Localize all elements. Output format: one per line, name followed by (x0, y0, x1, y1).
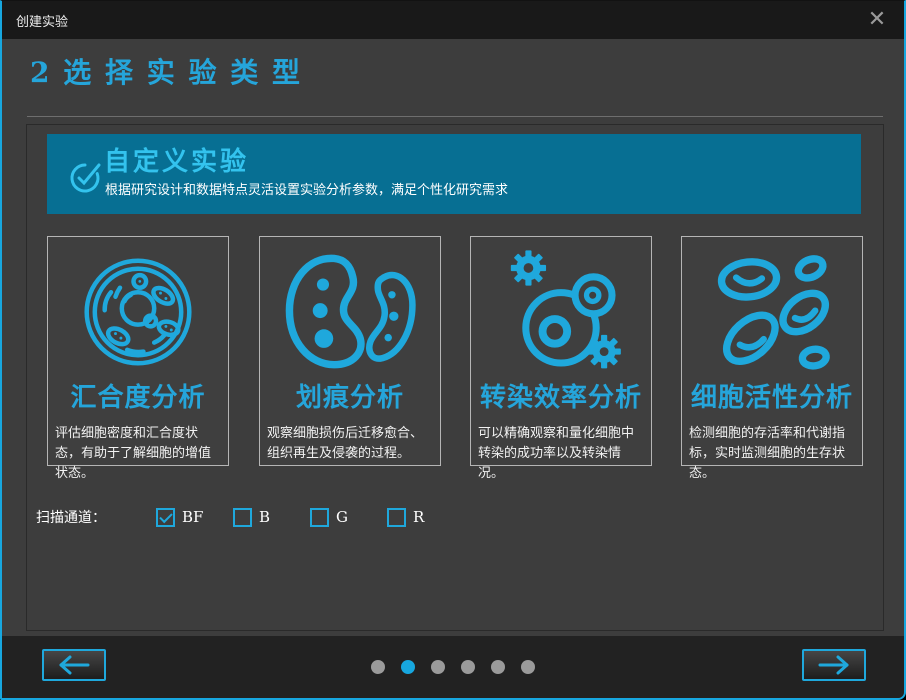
card-title: 细胞活性分析 (682, 377, 862, 414)
channel-label: BF (182, 508, 203, 526)
channel-label: B (259, 508, 270, 526)
next-button[interactable] (802, 649, 866, 681)
card-title: 汇合度分析 (48, 377, 228, 414)
channel-g[interactable]: G (310, 508, 387, 527)
card-transfection-analysis[interactable]: 转染效率分析 可以精确观察和量化细胞中转染的成功率以及转染情况。 (470, 236, 652, 466)
channel-checkbox[interactable] (387, 508, 406, 527)
card-description: 评估细胞密度和汇合度状态，有助于了解细胞的增值状态。 (48, 424, 228, 484)
card-scratch-analysis[interactable]: 划痕分析 观察细胞损伤后迁移愈合、组织再生及侵袭的过程。 (259, 236, 441, 466)
titlebar: 创建实验 ✕ (2, 1, 904, 39)
pagination-dot[interactable] (401, 660, 415, 674)
pagination-dot[interactable] (461, 660, 475, 674)
banner-subtitle: 根据研究设计和数据特点灵活设置实验分析参数，满足个性化研究需求 (105, 179, 508, 198)
channel-b[interactable]: B (233, 508, 310, 527)
scan-channels-row: 扫描通道： BF B G R (36, 507, 464, 527)
blood-cells-icon (682, 249, 862, 375)
channel-checkbox[interactable] (310, 508, 329, 527)
transfection-gears-icon (471, 249, 651, 375)
pagination-dot[interactable] (521, 660, 535, 674)
channel-label: G (336, 508, 348, 526)
channel-checkbox[interactable] (233, 508, 252, 527)
left-arrow-icon (56, 654, 92, 676)
pagination-dot[interactable] (491, 660, 505, 674)
channel-checkbox[interactable] (156, 508, 175, 527)
pagination-dot[interactable] (431, 660, 445, 674)
scratch-cells-icon (260, 249, 440, 375)
check-circle-icon (68, 155, 108, 195)
card-title: 划痕分析 (260, 377, 440, 414)
card-description: 检测细胞的存活率和代谢指标，实时监测细胞的生存状态。 (682, 424, 862, 484)
card-confluence-analysis[interactable]: 汇合度分析 评估细胞密度和汇合度状态，有助于了解细胞的增值状态。 (47, 236, 229, 466)
close-icon[interactable]: ✕ (862, 5, 892, 35)
custom-experiment-banner[interactable]: 自定义实验 根据研究设计和数据特点灵活设置实验分析参数，满足个性化研究需求 (47, 134, 861, 214)
banner-title: 自定义实验 (104, 141, 249, 178)
header-separator (27, 116, 883, 117)
channel-label: R (413, 508, 424, 526)
scan-channels-label: 扫描通道： (36, 507, 156, 527)
card-cell-viability-analysis[interactable]: 细胞活性分析 检测细胞的存活率和代谢指标，实时监测细胞的生存状态。 (681, 236, 863, 466)
footer-bar (2, 636, 904, 698)
create-experiment-dialog: 创建实验 ✕ 2 选 择 实 验 类 型 自定义实验 根据研究设计和数据特点灵活… (0, 0, 906, 700)
card-description: 可以精确观察和量化细胞中转染的成功率以及转染情况。 (471, 424, 651, 484)
pagination-dots (371, 660, 535, 674)
card-description: 观察细胞损伤后迁移愈合、组织再生及侵袭的过程。 (260, 424, 440, 464)
back-button[interactable] (42, 649, 106, 681)
step-title: 2 选 择 实 验 类 型 (30, 51, 302, 91)
cell-confluence-icon (48, 249, 228, 375)
channel-bf[interactable]: BF (156, 508, 233, 527)
pagination-dot[interactable] (371, 660, 385, 674)
experiment-type-panel: 自定义实验 根据研究设计和数据特点灵活设置实验分析参数，满足个性化研究需求 (26, 124, 884, 631)
card-title: 转染效率分析 (471, 377, 651, 414)
channel-r[interactable]: R (387, 508, 464, 527)
right-arrow-icon (816, 654, 852, 676)
window-title: 创建实验 (16, 11, 68, 30)
